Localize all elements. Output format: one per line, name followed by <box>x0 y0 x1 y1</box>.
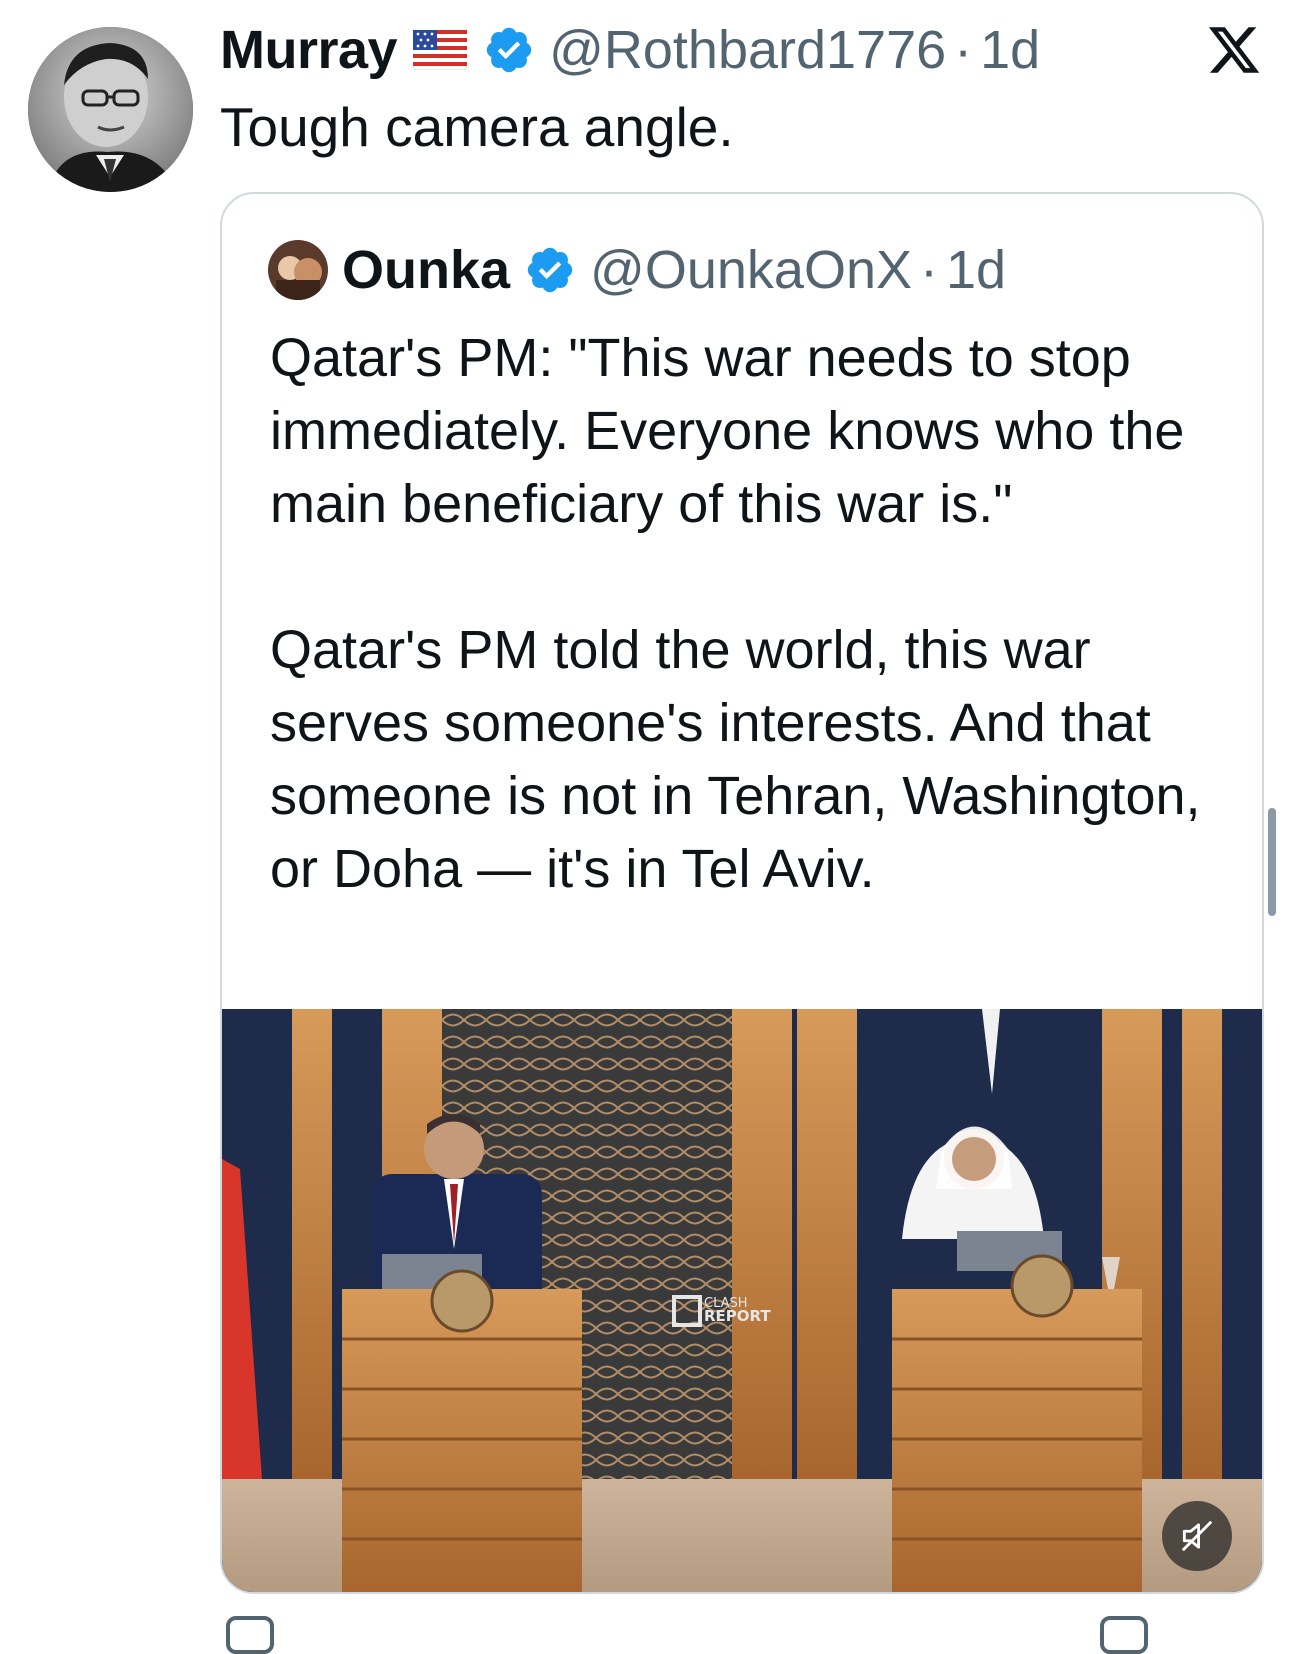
author-name[interactable]: Murray <box>220 19 398 81</box>
separator-dot: · <box>954 20 973 80</box>
watermark-bottom: REPORT <box>704 1307 771 1325</box>
tweet-timestamp[interactable]: 1d <box>980 19 1040 81</box>
tweet-header: Murray @Rothbard1776 · 1d <box>220 18 1040 82</box>
quoted-tweet-header: Ounka @OunkaOnX · 1d <box>268 238 1006 302</box>
avatar-portrait <box>28 27 193 192</box>
verified-badge-icon <box>483 24 535 76</box>
quoted-author-avatar[interactable] <box>268 240 328 300</box>
quoted-tweet-timestamp[interactable]: 1d <box>946 239 1006 301</box>
quoted-video[interactable]: CLASH REPORT <box>222 1009 1262 1592</box>
scrollbar-thumb[interactable] <box>1268 808 1276 916</box>
author-avatar[interactable] <box>28 27 193 192</box>
quoted-author-handle[interactable]: @OunkaOnX <box>590 239 912 301</box>
author-handle[interactable]: @Rothbard1776 <box>549 19 946 81</box>
separator-dot: · <box>920 240 939 300</box>
x-logo-icon <box>1206 22 1262 78</box>
tweet-text: Tough camera angle. <box>220 96 734 158</box>
reply-icon[interactable] <box>226 1616 274 1654</box>
mute-toggle-button[interactable] <box>1162 1501 1232 1571</box>
quoted-paragraph: Qatar's PM: "This war needs to stop imme… <box>270 328 1185 534</box>
bookmark-icon[interactable] <box>1100 1616 1148 1654</box>
us-flag-icon <box>412 29 468 71</box>
quoted-paragraph: Qatar's PM told the world, this war serv… <box>270 620 1201 899</box>
verified-badge-icon <box>524 244 576 296</box>
quoted-tweet-text: Qatar's PM: "This war needs to stop imme… <box>270 322 1250 906</box>
video-watermark: CLASH REPORT <box>704 1297 771 1325</box>
muted-speaker-icon <box>1181 1520 1213 1552</box>
quoted-author-name[interactable]: Ounka <box>342 239 510 301</box>
quoted-tweet-card[interactable]: Ounka @OunkaOnX · 1d Qatar's PM: "This w… <box>220 192 1264 1594</box>
